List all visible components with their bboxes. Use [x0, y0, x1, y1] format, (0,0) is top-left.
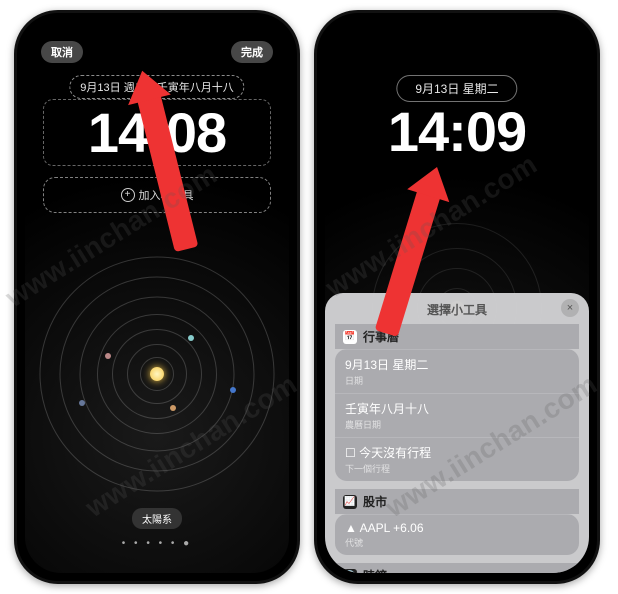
- calendar-icon: 📅: [343, 330, 357, 344]
- sheet-title: 選擇小工具: [335, 301, 579, 318]
- widget-option-subtitle: 代號: [345, 536, 569, 549]
- solar-system-wallpaper: [27, 244, 287, 504]
- widget-option-title: 9月13日 星期二: [345, 356, 569, 373]
- plus-icon: +: [121, 188, 135, 202]
- stocks-icon: 📈: [343, 495, 357, 509]
- section-name: 時鐘: [363, 567, 387, 573]
- stage: 取消 完成 9月13日 週二・壬寅年八月十八 14:08 + 加入小工具: [0, 0, 618, 594]
- section-header-clock: 🕑 時鐘: [335, 563, 579, 573]
- planet-icon: [79, 400, 85, 406]
- widget-option-title: ☐ 今天沒有行程: [345, 444, 569, 461]
- screen-right: 9月13日 星期二 14:09 選擇小工具 × 📅 行事曆: [325, 21, 589, 573]
- section-name: 股市: [363, 493, 387, 510]
- widget-option-title: 壬寅年八月十八: [345, 400, 569, 417]
- cancel-button[interactable]: 取消: [41, 41, 83, 63]
- widget-option-subtitle: 下一個行程: [345, 462, 569, 475]
- widget-option-subtitle: 日期: [345, 374, 569, 387]
- widget-option[interactable]: 壬寅年八月十八 農曆日期: [335, 393, 579, 437]
- phone-right: 9月13日 星期二 14:09 選擇小工具 × 📅 行事曆: [314, 10, 600, 584]
- lock-time: 14:09: [325, 99, 589, 164]
- notch: [97, 21, 217, 45]
- done-button[interactable]: 完成: [231, 41, 273, 63]
- widget-chooser-sheet: 選擇小工具 × 📅 行事曆 9月13日 星期二 日期 壬寅年八月十八 農曆日期: [325, 293, 589, 573]
- close-button[interactable]: ×: [561, 299, 579, 317]
- widget-option-subtitle: 農曆日期: [345, 418, 569, 431]
- notch: [397, 21, 517, 45]
- section-header-stocks: 📈 股市: [335, 489, 579, 514]
- sun-icon: [150, 367, 164, 381]
- up-triangle-icon: ▲: [345, 521, 357, 535]
- section-card-stocks: ▲ AAPL +6.06 代號: [335, 514, 579, 555]
- section-card-calendar: 9月13日 星期二 日期 壬寅年八月十八 農曆日期 ☐ 今天沒有行程 下一個行程: [335, 349, 579, 481]
- calendar-glyph-icon: ☐: [345, 446, 356, 460]
- wallpaper-name-pill[interactable]: 太陽系: [132, 508, 182, 529]
- section-header-calendar: 📅 行事曆: [335, 324, 579, 349]
- widget-option[interactable]: ▲ AAPL +6.06 代號: [335, 514, 579, 555]
- widget-option[interactable]: 9月13日 星期二 日期: [335, 349, 579, 393]
- clock-icon: 🕑: [343, 569, 357, 574]
- date-widget[interactable]: 9月13日 星期二: [396, 75, 517, 102]
- widget-option[interactable]: ☐ 今天沒有行程 下一個行程: [335, 437, 579, 481]
- page-indicator[interactable]: • • • • • ●: [122, 538, 192, 549]
- planet-icon: [230, 387, 236, 393]
- widget-option-title: ▲ AAPL +6.06: [345, 521, 569, 535]
